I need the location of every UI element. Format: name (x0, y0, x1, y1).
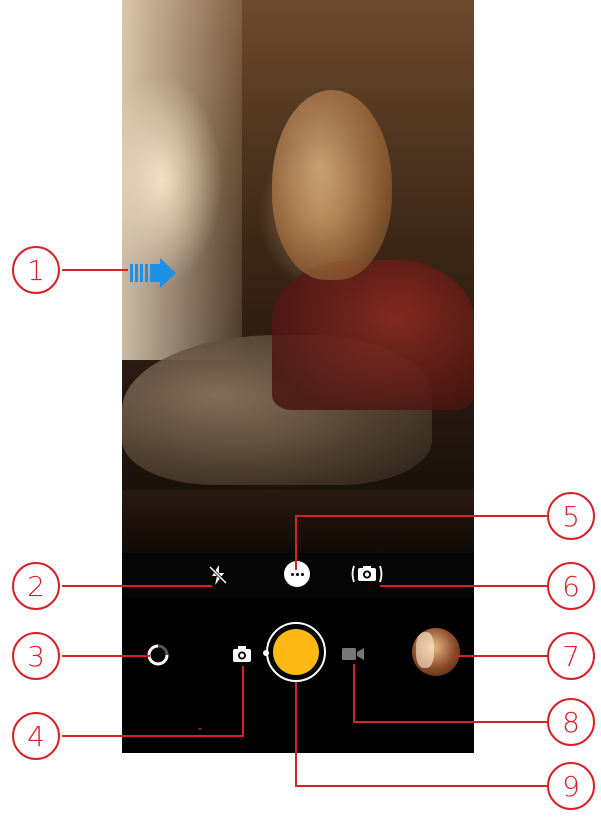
shutter-button[interactable] (266, 622, 326, 682)
shutter-button-core (273, 629, 319, 675)
video-camera-icon[interactable] (342, 646, 364, 662)
callout-4: 4 (12, 712, 60, 760)
camera-screen (122, 0, 474, 753)
top-control-bar (122, 553, 474, 599)
bottom-control-bar (122, 598, 474, 753)
gallery-thumbnail[interactable] (412, 628, 460, 676)
switch-camera-icon[interactable] (350, 562, 384, 586)
callout-2: 2 (12, 562, 60, 610)
nav-indicator (198, 728, 202, 730)
viewfinder-window-light (122, 0, 242, 360)
callout-3: 3 (12, 632, 60, 680)
more-options-icon[interactable] (284, 561, 310, 587)
photo-camera-icon[interactable] (232, 645, 252, 663)
callout-7: 7 (547, 632, 595, 680)
callout-6: 6 (547, 562, 595, 610)
viewfinder-table (122, 490, 474, 553)
loading-ring-icon (147, 644, 169, 666)
viewfinder-subject-body (272, 260, 474, 410)
callout-5: 5 (547, 492, 595, 540)
flash-off-icon[interactable] (206, 563, 230, 587)
swipe-right-arrow-icon[interactable] (130, 258, 180, 288)
viewfinder[interactable] (122, 0, 474, 553)
callout-1: 1 (12, 246, 60, 294)
viewfinder-subject-head (272, 90, 392, 280)
callout-8: 8 (547, 698, 595, 746)
callout-9: 9 (547, 762, 595, 810)
